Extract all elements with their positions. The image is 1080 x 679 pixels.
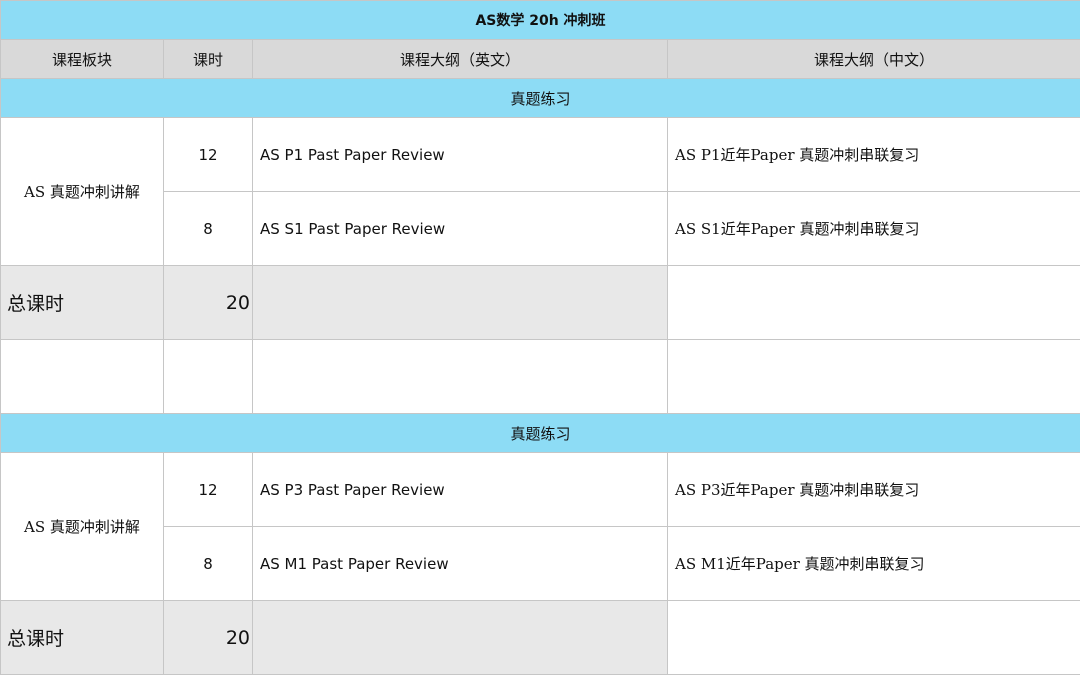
- outline-en-cell: AS P3 Past Paper Review: [252, 452, 668, 527]
- header-row: 课程板块 课时 课程大纲（英文） 课程大纲（中文）: [0, 39, 1080, 79]
- outline-en-cell: AS S1 Past Paper Review: [252, 191, 668, 266]
- hours-cell: 8: [163, 191, 253, 266]
- section-title: 真题练习: [0, 78, 1080, 118]
- header-outline-en: 课程大纲（英文）: [252, 39, 668, 79]
- outline-cn-cell: AS P1近年Paper 真题冲刺串联复习: [667, 117, 1080, 192]
- total-row: 总课时 20: [0, 265, 1080, 340]
- module-cell: AS 真题冲刺讲解: [0, 117, 164, 266]
- outline-en-cell: AS P1 Past Paper Review: [252, 117, 668, 192]
- module-cell: AS 真题冲刺讲解: [0, 452, 164, 601]
- section-row: 真题练习: [0, 413, 1080, 453]
- total-label: 总课时: [0, 600, 164, 675]
- total-row: 总课时 20: [0, 600, 1080, 675]
- table-row: AS 真题冲刺讲解 12 AS P1 Past Paper Review AS …: [0, 117, 1080, 266]
- header-module: 课程板块: [0, 39, 164, 79]
- hours-cell: 12: [163, 117, 253, 192]
- empty-cell: [252, 600, 668, 675]
- total-value: 20: [163, 600, 253, 675]
- outline-cn-cell: AS M1近年Paper 真题冲刺串联复习: [667, 526, 1080, 601]
- empty-cell: [163, 339, 253, 414]
- section-title: 真题练习: [0, 413, 1080, 453]
- table-row: AS 真题冲刺讲解 12 AS P3 Past Paper Review AS …: [0, 452, 1080, 601]
- section-row: 真题练习: [0, 78, 1080, 118]
- empty-row: [0, 339, 1080, 414]
- title-row: AS数学 20h 冲刺班: [0, 0, 1080, 40]
- hours-cell: 12: [163, 452, 253, 527]
- outline-cn-cell: AS P3近年Paper 真题冲刺串联复习: [667, 452, 1080, 527]
- empty-cell: [667, 600, 1080, 675]
- total-label: 总课时: [0, 265, 164, 340]
- outline-cn-cell: AS S1近年Paper 真题冲刺串联复习: [667, 191, 1080, 266]
- table-title: AS数学 20h 冲刺班: [0, 0, 1080, 40]
- total-value: 20: [163, 265, 253, 340]
- empty-cell: [252, 265, 668, 340]
- course-table: AS数学 20h 冲刺班 课程板块 课时 课程大纲（英文） 课程大纲（中文） 真…: [0, 0, 1080, 675]
- header-outline-cn: 课程大纲（中文）: [667, 39, 1080, 79]
- hours-cell: 8: [163, 526, 253, 601]
- empty-cell: [252, 339, 668, 414]
- empty-cell: [667, 265, 1080, 340]
- outline-en-cell: AS M1 Past Paper Review: [252, 526, 668, 601]
- empty-cell: [667, 339, 1080, 414]
- header-hours: 课时: [163, 39, 253, 79]
- empty-cell: [0, 339, 164, 414]
